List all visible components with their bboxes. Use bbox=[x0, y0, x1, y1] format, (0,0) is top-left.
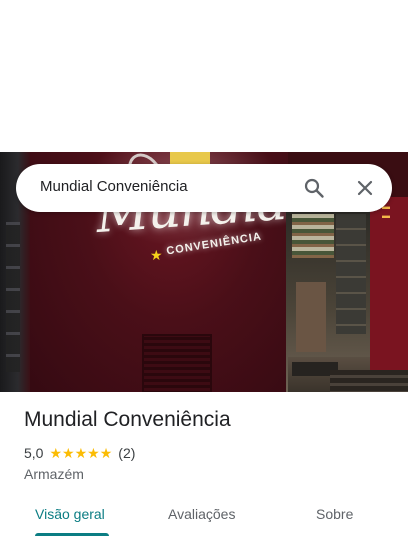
photo-step bbox=[330, 370, 408, 392]
star-icon: ★ bbox=[49, 445, 63, 461]
photo-right-wall bbox=[370, 197, 408, 392]
tab-overview[interactable]: Visão geral bbox=[35, 506, 105, 522]
tab-reviews[interactable]: Avaliações bbox=[168, 506, 235, 522]
blank-area bbox=[0, 0, 408, 152]
photo-star-icon: ★ bbox=[150, 247, 163, 263]
search-input[interactable]: Mundial Conveniência bbox=[40, 178, 188, 195]
photo-shelf bbox=[292, 214, 334, 258]
review-count[interactable]: (2) bbox=[118, 445, 135, 461]
photo-vent bbox=[142, 334, 212, 392]
star-icon: ★ bbox=[99, 445, 113, 461]
active-tab-indicator bbox=[35, 533, 109, 536]
place-title: Mundial Conveniência bbox=[24, 408, 231, 431]
star-icon: ★ bbox=[74, 445, 88, 461]
rating-row[interactable]: 5,0 ★ ★ ★ ★ ★ (2) bbox=[24, 445, 135, 461]
search-icon[interactable] bbox=[302, 176, 326, 200]
place-tabs: Visão geral Avaliações Sobre bbox=[0, 492, 408, 544]
photo-shelf-dark bbox=[336, 214, 366, 334]
star-icon: ★ bbox=[62, 445, 75, 461]
search-bar[interactable]: Mundial Conveniência bbox=[16, 164, 392, 212]
tab-about[interactable]: Sobre bbox=[316, 506, 353, 522]
close-icon[interactable] bbox=[353, 176, 377, 200]
star-rating: ★ ★ ★ ★ ★ bbox=[49, 446, 112, 460]
photo-counter bbox=[296, 282, 326, 352]
star-icon: ★ bbox=[87, 445, 100, 461]
rating-value: 5,0 bbox=[24, 445, 44, 461]
place-category: Armazém bbox=[24, 466, 84, 482]
